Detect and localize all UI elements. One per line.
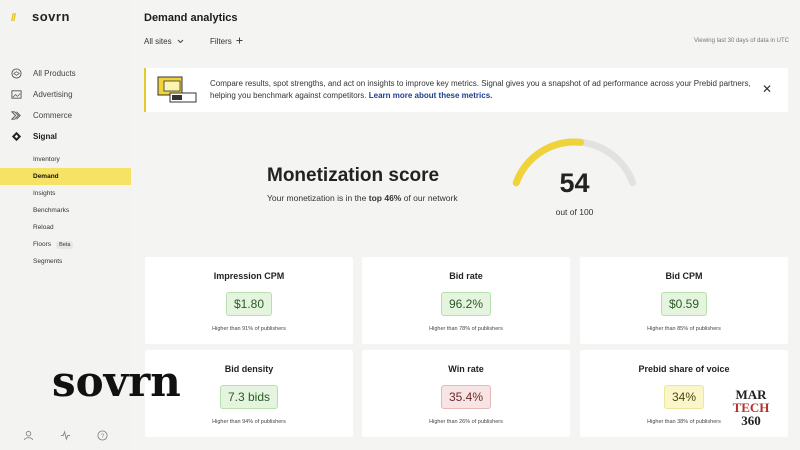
metric-title: Bid rate — [449, 271, 483, 281]
nav-item-all-products[interactable]: All Products — [0, 63, 131, 84]
logo-text[interactable]: sovrn — [32, 9, 70, 24]
signal-diamond-icon — [10, 131, 22, 143]
subnav-label: Reload — [33, 224, 54, 231]
subnav-item-inventory[interactable]: Inventory — [0, 151, 131, 168]
site-filter-dropdown[interactable]: All sites — [144, 37, 184, 46]
metric-value: 34% — [663, 385, 705, 409]
nav-item-label: Signal — [33, 132, 58, 141]
chevron-down-icon — [177, 37, 184, 46]
nav-item-signal[interactable]: Signal — [0, 126, 131, 147]
subnav-item-segments[interactable]: Segments — [0, 253, 131, 270]
metric-note: Higher than 78% of publishers — [429, 326, 503, 332]
plus-icon — [236, 37, 243, 46]
subnav-item-benchmarks[interactable]: Benchmarks — [0, 202, 131, 219]
nav-item-commerce[interactable]: Commerce — [0, 105, 131, 126]
main-nav: All Products Advertising Commerce Signal — [0, 63, 131, 147]
subnav-label: Benchmarks — [33, 207, 70, 214]
info-banner: Compare results, spot strengths, and act… — [144, 68, 788, 112]
metric-title: Impression CPM — [213, 271, 285, 281]
score-value: 54 — [559, 168, 590, 198]
signal-subnav: Inventory Demand Insights Benchmarks Rel… — [0, 151, 131, 270]
date-range-note: Viewing last 30 days of data in UTC — [694, 38, 789, 44]
metric-value: $0.59 — [660, 292, 708, 316]
score-title: Monetization score — [267, 165, 440, 186]
filters-button[interactable]: Filters — [210, 37, 243, 46]
subnav-item-demand[interactable]: Demand — [0, 168, 131, 185]
metric-card-bid-cpm[interactable]: Bid CPM $0.59 Higher than 85% of publish… — [580, 257, 788, 344]
metric-card-bid-rate[interactable]: Bid rate 96.2% Higher than 78% of publis… — [362, 257, 570, 344]
score-desc-highlight: top 46% — [368, 193, 402, 203]
subnav-item-reload[interactable]: Reload — [0, 219, 131, 236]
sovrn-watermark: sovrn — [52, 357, 181, 406]
metric-note: Higher than 85% of publishers — [647, 326, 721, 332]
help-icon[interactable]: ? — [97, 429, 109, 441]
score-description: Your monetization is in the top 46% of o… — [267, 192, 467, 205]
nav-item-label: All Products — [33, 69, 76, 78]
metric-title: Prebid share of voice — [638, 364, 730, 374]
metric-value: 35.4% — [440, 385, 492, 409]
sidebar-footer: ? — [0, 429, 131, 441]
subnav-item-floors[interactable]: Floors Beta — [0, 236, 131, 253]
beta-badge: Beta — [56, 240, 74, 249]
metric-value: 7.3 bids — [219, 385, 279, 409]
metric-note: Higher than 26% of publishers — [429, 419, 503, 425]
image-icon — [10, 89, 22, 101]
layers-icon — [10, 68, 22, 80]
learn-more-link[interactable]: Learn more about these metrics. — [369, 91, 493, 100]
commerce-icon — [10, 110, 22, 122]
page-title: Demand analytics — [144, 12, 238, 24]
metric-title: Bid CPM — [665, 271, 703, 281]
score-desc-suffix: of our network — [403, 193, 458, 203]
user-icon[interactable] — [23, 429, 35, 441]
logo-mark: // — [11, 12, 16, 24]
score-out-of: out of 100 — [555, 207, 594, 217]
metric-note: Higher than 91% of publishers — [212, 326, 286, 332]
metric-title: Win rate — [448, 364, 484, 374]
banner-text: Compare results, spot strengths, and act… — [210, 78, 770, 102]
subnav-label: Floors — [33, 241, 52, 248]
metric-value: $1.80 — [225, 292, 273, 316]
metric-value: 96.2% — [440, 292, 492, 316]
activity-icon[interactable] — [60, 429, 72, 441]
metric-card-impression-cpm[interactable]: Impression CPM $1.80 Higher than 91% of … — [145, 257, 353, 344]
subnav-label: Demand — [33, 173, 59, 180]
svg-text:?: ? — [101, 432, 105, 439]
subnav-label: Segments — [33, 258, 63, 265]
subnav-label: Inventory — [33, 156, 60, 163]
score-desc-prefix: Your monetization is in the — [267, 193, 367, 203]
banner-illustration — [156, 75, 200, 105]
subnav-item-insights[interactable]: Insights — [0, 185, 131, 202]
nav-item-label: Commerce — [33, 111, 73, 120]
filters-label: Filters — [210, 37, 232, 46]
martech360-logo: MAR TECH 360 — [729, 388, 773, 427]
metric-note: Higher than 94% of publishers — [212, 419, 286, 425]
martech-line-3: 360 — [741, 413, 761, 428]
nav-item-advertising[interactable]: Advertising — [0, 84, 131, 105]
nav-item-label: Advertising — [33, 90, 73, 99]
subnav-label: Insights — [33, 190, 56, 197]
close-icon[interactable]: ✕ — [762, 82, 772, 96]
site-filter-label: All sites — [144, 37, 172, 46]
metric-card-win-rate[interactable]: Win rate 35.4% Higher than 26% of publis… — [362, 350, 570, 437]
